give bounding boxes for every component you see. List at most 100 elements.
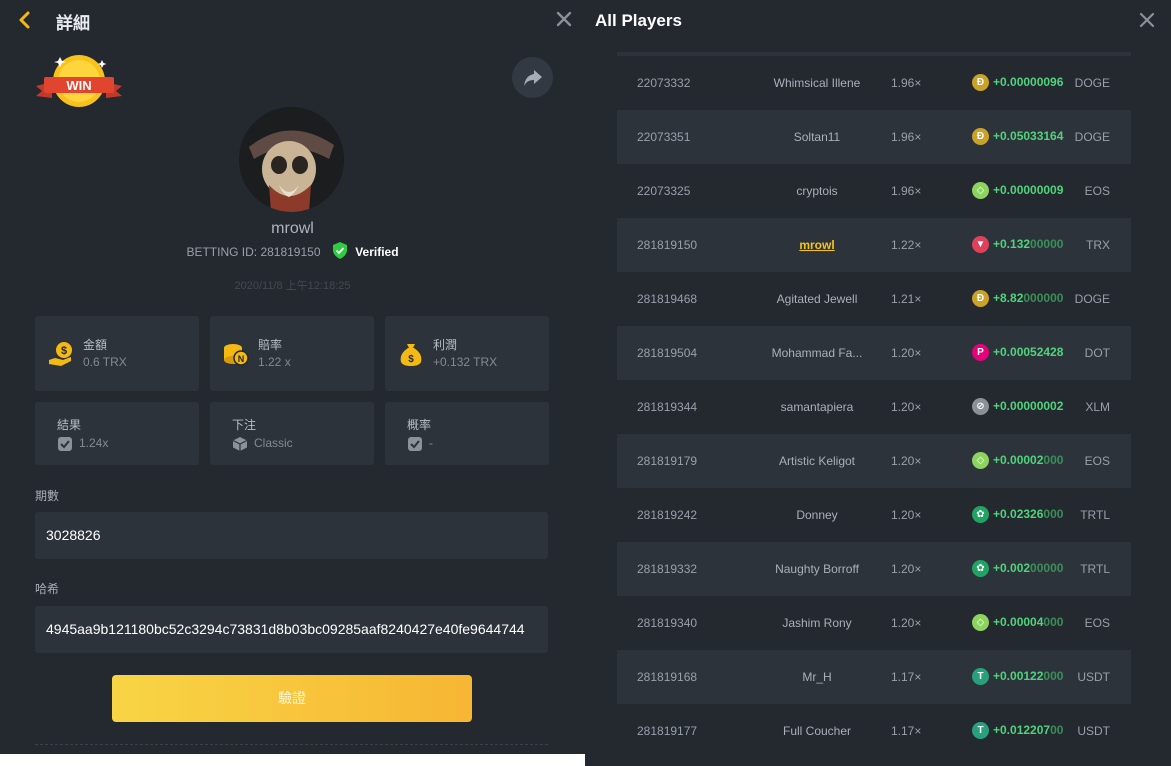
player-name[interactable]: Naughty Borroff: [757, 562, 877, 576]
table-row[interactable]: 281819177 Full Coucher 1.17× T +0.01220700 US…: [617, 704, 1131, 758]
close-button[interactable]: [553, 8, 575, 30]
player-name[interactable]: samantapiera: [757, 400, 877, 414]
profit-amount: +0.05033164: [993, 129, 1063, 143]
table-row[interactable]: 281819168 Mr_H 1.17× T +0.00122000 USDT: [617, 650, 1131, 704]
cube-icon: [232, 437, 248, 451]
player-name[interactable]: cryptois: [757, 184, 877, 198]
player-name[interactable]: Agitated Jewell: [757, 292, 877, 306]
bet-id: 281819344: [637, 400, 698, 414]
hash-label: 哈希: [35, 582, 60, 596]
player-name[interactable]: Artistic Keligot: [757, 454, 877, 468]
eos-coin-icon: ◇: [972, 182, 989, 199]
currency-code: DOGE: [1074, 292, 1110, 306]
table-row[interactable]: 281819340 Jashim Rony 1.20× ◇ +0.00004000 EOS: [617, 596, 1131, 650]
share-icon: [524, 70, 542, 86]
bet-id: 281819177: [637, 724, 698, 738]
table-row[interactable]: 281819242 Donney 1.20× ✿ +0.02326000 TRTL: [617, 488, 1131, 542]
table-row[interactable]: 281819332 Naughty Borroff 1.20× ✿ +0.0020000…: [617, 542, 1131, 596]
currency-code: XLM: [1085, 400, 1110, 414]
table-row[interactable]: 281819179 Artistic Keligot 1.20× ◇ +0.000020…: [617, 434, 1131, 488]
table-row[interactable]: 22073351 Soltan11 1.96× Ð +0.05033164 DOGE: [617, 110, 1131, 164]
multiplier: 1.20×: [891, 454, 922, 468]
result-card: 結果 1.24x: [35, 402, 199, 465]
table-row[interactable]: 281819468 Agitated Jewell 1.21× Ð +8.8200000…: [617, 272, 1131, 326]
verify-button[interactable]: 驗證: [112, 675, 472, 722]
trx-coin-icon: ▼: [972, 236, 989, 253]
profit-significant: +0.00122: [993, 669, 1044, 683]
profit-amount: +0.02326000: [993, 507, 1063, 521]
chevron-left-icon: [19, 11, 30, 29]
profit-amount: +0.00052428: [993, 345, 1063, 359]
table-row[interactable]: 281819150 mrowl 1.22× ▼ +0.13200000 TRX: [617, 218, 1131, 272]
close-button[interactable]: [1138, 11, 1156, 29]
currency-code: TRX: [1086, 238, 1110, 252]
hash-field[interactable]: 4945aa9b121180bc52c3294c73831d8b03bc0928…: [35, 606, 548, 653]
table-row[interactable]: 281819344 samantapiera 1.20× ⊘ +0.00000002 XL…: [617, 380, 1131, 434]
detail-header: 詳細: [0, 0, 585, 40]
verified-label: Verified: [355, 245, 399, 259]
divider: [35, 744, 548, 745]
amount-card: $ 金額 0.6 TRX: [35, 316, 199, 391]
bet-type-card: 下注 Classic: [210, 402, 374, 465]
profit-significant: +0.05033164: [993, 129, 1064, 143]
profit-significant: +0.00002: [993, 453, 1044, 467]
multiplier: 1.96×: [891, 76, 922, 90]
multiplier: 1.96×: [891, 184, 922, 198]
profit-amount: +8.82000000: [993, 291, 1063, 305]
table-row[interactable]: 22073332 Whimsical Illene 1.96× Ð +0.0000009…: [617, 56, 1131, 110]
multiplier: 1.22×: [891, 238, 922, 252]
detail-panel: 詳細 WIN mrowl BETTING ID: 281819150 Verif…: [0, 0, 585, 754]
currency-code: USDT: [1077, 670, 1110, 684]
coin-hand-icon: $: [49, 342, 72, 366]
player-name[interactable]: Soltan11: [757, 130, 877, 144]
bet-id: 281819179: [637, 454, 698, 468]
profit-trailing-zeros: 000: [1043, 507, 1064, 521]
player-name[interactable]: Full Coucher: [757, 724, 877, 738]
bet-type-value: Classic: [254, 436, 293, 450]
svg-text:$: $: [61, 345, 67, 357]
close-icon: [556, 11, 572, 27]
multiplier: 1.20×: [891, 400, 922, 414]
player-name[interactable]: Mohammad Fa...: [757, 346, 877, 360]
probability-value: -: [429, 436, 433, 450]
win-badge-icon: WIN: [36, 55, 122, 107]
period-field[interactable]: 3028826: [35, 512, 548, 559]
player-name[interactable]: Mr_H: [757, 670, 877, 684]
currency-code: DOT: [1084, 346, 1110, 360]
multiplier: 1.20×: [891, 616, 922, 630]
profit-significant: +0.00004: [993, 615, 1044, 629]
coin-stack-icon: N: [224, 344, 249, 366]
page-title: 詳細: [56, 14, 90, 33]
profit-amount: +0.00200000: [993, 561, 1063, 575]
multiplier: 1.20×: [891, 346, 922, 360]
share-button[interactable]: [512, 57, 553, 98]
profit-significant: +0.00052428: [993, 345, 1064, 359]
profit-amount: +0.13200000: [993, 237, 1063, 251]
close-icon: [1139, 12, 1155, 28]
profit-trailing-zeros: 000000: [1023, 291, 1064, 305]
back-button[interactable]: [14, 9, 36, 31]
player-name[interactable]: Donney: [757, 508, 877, 522]
player-name[interactable]: Whimsical Illene: [757, 76, 877, 90]
table-row[interactable]: 281819504 Mohammad Fa... 1.20× P +0.00052428…: [617, 326, 1131, 380]
currency-code: USDT: [1077, 724, 1110, 738]
xlm-coin-icon: ⊘: [972, 398, 989, 415]
odds-label: 賠率: [258, 338, 283, 352]
odds-value: 1.22 x: [258, 355, 291, 369]
profit-amount: +0.00000009: [993, 183, 1063, 197]
player-name[interactable]: mrowl: [757, 238, 877, 252]
bet-id: 281819150: [637, 238, 698, 252]
bet-id: 281819340: [637, 616, 698, 630]
profit-amount: +0.00002000: [993, 453, 1063, 467]
dot-coin-icon: P: [972, 344, 989, 361]
profit-significant: +0.012207: [993, 723, 1051, 737]
trtl-coin-icon: ✿: [972, 506, 989, 523]
owl-avatar-icon: [239, 107, 344, 212]
table-row[interactable]: 22073325 cryptois 1.96× ◇ +0.00000009 EOS: [617, 164, 1131, 218]
profit-amount: +0.01220700: [993, 723, 1063, 737]
probability-label: 概率: [407, 418, 432, 432]
player-name[interactable]: Jashim Rony: [757, 616, 877, 630]
profit-trailing-zeros: 000: [1043, 615, 1064, 629]
multiplier: 1.96×: [891, 130, 922, 144]
odds-card: N 賠率 1.22 x: [210, 316, 374, 391]
